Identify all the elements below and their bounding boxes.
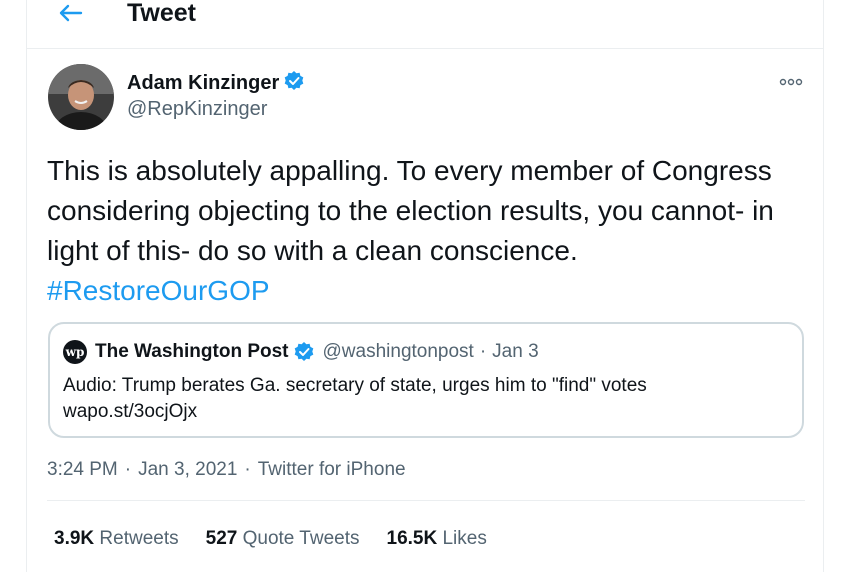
verified-badge-icon	[284, 71, 304, 90]
tweet-time[interactable]: 3:24 PM	[47, 459, 118, 480]
likes-count: 16.5K	[386, 528, 438, 549]
quote-tweets-stat[interactable]: 527 Quote Tweets	[206, 527, 360, 551]
separator-dot: ·	[479, 341, 487, 362]
separator-dot: ·	[124, 459, 132, 480]
tweet-source[interactable]: Twitter for iPhone	[258, 459, 406, 480]
avatar[interactable]	[48, 64, 114, 130]
retweets-stat[interactable]: 3.9K Retweets	[54, 527, 179, 551]
tweet-stats: 3.9K Retweets 527 Quote Tweets 16.5K Lik…	[54, 527, 514, 551]
quoted-tweet-body: Audio: Trump berates Ga. secretary of st…	[63, 375, 647, 396]
likes-stat[interactable]: 16.5K Likes	[387, 527, 487, 551]
author-name: Adam Kinzinger	[127, 72, 280, 94]
quoted-author-name: The Washington Post	[95, 341, 289, 362]
author-handle[interactable]: @RepKinzinger	[127, 97, 267, 121]
quote-tweets-label: Quote Tweets	[242, 528, 360, 549]
back-button[interactable]	[53, 0, 87, 28]
more-options-button[interactable]	[777, 72, 805, 92]
quote-tweets-count: 527	[205, 528, 238, 549]
tweet-detail-column: Tweet Adam Kinzinger @RepKinzinger This …	[26, 0, 824, 572]
quoted-tweet-date: Jan 3	[492, 341, 539, 362]
tweet-metadata: 3:24 PM · Jan 3, 2021 · Twitter for iPhone	[47, 458, 406, 482]
author-name-row[interactable]: Adam Kinzinger	[127, 70, 305, 95]
separator-dot: ·	[244, 459, 251, 480]
tweet-text: This is absolutely appalling. To every m…	[47, 151, 807, 311]
quoted-author-handle: @washingtonpost	[322, 341, 474, 362]
quoted-tweet-text: Audio: Trump berates Ga. secretary of st…	[63, 373, 793, 425]
hashtag-link[interactable]: #RestoreOurGOP	[47, 275, 270, 306]
header: Tweet	[27, 0, 823, 49]
page-title: Tweet	[127, 0, 196, 27]
tweet-body: This is absolutely appalling. To every m…	[47, 155, 774, 266]
quoted-tweet-header: wp The Washington Post @washingtonpost ·…	[63, 340, 539, 364]
divider	[47, 500, 805, 501]
likes-label: Likes	[442, 528, 487, 549]
more-icon	[779, 78, 803, 86]
verified-badge-icon	[294, 342, 313, 361]
arrow-left-icon	[59, 4, 83, 22]
retweets-count: 3.9K	[54, 528, 95, 549]
tweet-date[interactable]: Jan 3, 2021	[138, 459, 237, 480]
avatar-image	[48, 64, 114, 130]
quoted-tweet-link[interactable]: wapo.st/3ocjOjx	[63, 399, 793, 425]
washington-post-logo: wp	[63, 340, 87, 364]
quoted-tweet[interactable]: wp The Washington Post @washingtonpost ·…	[48, 322, 804, 438]
retweets-label: Retweets	[99, 528, 179, 549]
